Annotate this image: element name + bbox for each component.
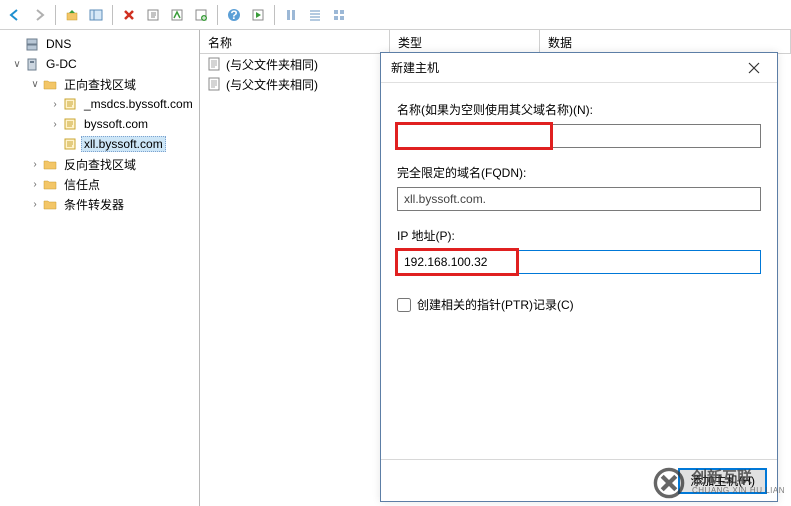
ptr-checkbox-row[interactable]: 创建相关的指针(PTR)记录(C) — [397, 296, 761, 313]
ip-input[interactable] — [397, 250, 761, 274]
col-name[interactable]: 名称 — [200, 30, 390, 53]
export-button[interactable] — [166, 4, 188, 26]
ip-label: IP 地址(P): — [397, 227, 761, 244]
tree-forward-zones[interactable]: ∨ 正向查找区域 — [0, 74, 199, 94]
expand-icon[interactable]: › — [48, 119, 62, 130]
toolbar: ? — [0, 0, 791, 30]
tree-conditional-forwarders[interactable]: › 条件转发器 — [0, 194, 199, 214]
view-icon-button[interactable] — [328, 4, 350, 26]
row-name: (与父文件夹相同) — [226, 56, 318, 73]
watermark-text: 创新互联 CHUANG XIN HU LIAN — [692, 470, 785, 495]
help-button[interactable]: ? — [223, 4, 245, 26]
watermark-en: CHUANG XIN HU LIAN — [692, 487, 785, 496]
expand-icon[interactable]: › — [48, 99, 62, 110]
ptr-checkbox[interactable] — [397, 298, 411, 312]
folder-icon — [42, 196, 58, 212]
show-pane-button[interactable] — [85, 4, 107, 26]
ptr-label: 创建相关的指针(PTR)记录(C) — [417, 296, 574, 313]
tree-zone-msdcs[interactable]: › _msdcs.byssoft.com — [0, 94, 199, 114]
tree-label: 条件转发器 — [61, 196, 127, 213]
dialog-title: 新建主机 — [391, 59, 439, 76]
tree-zone-xll[interactable]: xll.byssoft.com — [0, 134, 199, 154]
view-list-button[interactable] — [280, 4, 302, 26]
svg-text:?: ? — [230, 8, 237, 22]
collapse-icon[interactable]: ∨ — [10, 59, 24, 70]
folder-icon — [42, 176, 58, 192]
zone-icon — [62, 136, 78, 152]
watermark: 创新互联 CHUANG XIN HU LIAN — [652, 466, 785, 500]
tree-trust-points[interactable]: › 信任点 — [0, 174, 199, 194]
view-detail-button[interactable] — [304, 4, 326, 26]
watermark-cn: 创新互联 — [692, 470, 785, 487]
name-label: 名称(如果为空则使用其父域名称)(N): — [397, 101, 761, 118]
record-icon — [206, 76, 222, 92]
record-icon — [206, 56, 222, 72]
col-type[interactable]: 类型 — [390, 30, 540, 53]
up-button[interactable] — [61, 4, 83, 26]
tree-dns-root[interactable]: DNS — [0, 34, 199, 54]
collapse-icon[interactable]: ∨ — [28, 79, 42, 90]
tree-label: G-DC — [43, 57, 80, 71]
dialog-body: 名称(如果为空则使用其父域名称)(N): 完全限定的域名(FQDN): IP 地… — [381, 83, 777, 459]
back-button[interactable] — [4, 4, 26, 26]
tree-reverse-zones[interactable]: › 反向查找区域 — [0, 154, 199, 174]
tree-label: 正向查找区域 — [61, 76, 139, 93]
server-icon — [24, 56, 40, 72]
close-icon — [748, 62, 760, 74]
new-button[interactable] — [190, 4, 212, 26]
tree-panel: DNS ∨ G-DC ∨ 正向查找区域 › _msdcs.byssoft.com… — [0, 30, 200, 506]
tree-label: 反向查找区域 — [61, 156, 139, 173]
forward-button[interactable] — [28, 4, 50, 26]
col-data[interactable]: 数据 — [540, 30, 791, 53]
zone-icon — [62, 116, 78, 132]
delete-button[interactable] — [118, 4, 140, 26]
fqdn-input — [397, 187, 761, 211]
dns-icon — [24, 36, 40, 52]
close-button[interactable] — [739, 56, 769, 80]
run-button[interactable] — [247, 4, 269, 26]
tree-label: xll.byssoft.com — [81, 136, 166, 152]
tree-label: _msdcs.byssoft.com — [81, 97, 196, 111]
watermark-logo-icon — [652, 466, 686, 500]
tree-label: 信任点 — [61, 176, 103, 193]
fqdn-label: 完全限定的域名(FQDN): — [397, 164, 761, 181]
expand-icon[interactable]: › — [28, 159, 42, 170]
tree-zone-byssoft[interactable]: › byssoft.com — [0, 114, 199, 134]
separator — [112, 5, 113, 25]
expand-icon[interactable]: › — [28, 199, 42, 210]
tree-server[interactable]: ∨ G-DC — [0, 54, 199, 74]
tree-label: DNS — [43, 37, 74, 51]
tree-label: byssoft.com — [81, 117, 151, 131]
zone-icon — [62, 96, 78, 112]
refresh-button[interactable] — [142, 4, 164, 26]
folder-icon — [42, 156, 58, 172]
separator — [274, 5, 275, 25]
dialog-titlebar: 新建主机 — [381, 53, 777, 83]
list-header: 名称 类型 数据 — [200, 30, 791, 54]
separator — [217, 5, 218, 25]
name-input[interactable] — [397, 124, 761, 148]
row-name: (与父文件夹相同) — [226, 76, 318, 93]
separator — [55, 5, 56, 25]
folder-open-icon — [42, 76, 58, 92]
new-host-dialog: 新建主机 名称(如果为空则使用其父域名称)(N): 完全限定的域名(FQDN):… — [380, 52, 778, 502]
expand-icon[interactable]: › — [28, 179, 42, 190]
